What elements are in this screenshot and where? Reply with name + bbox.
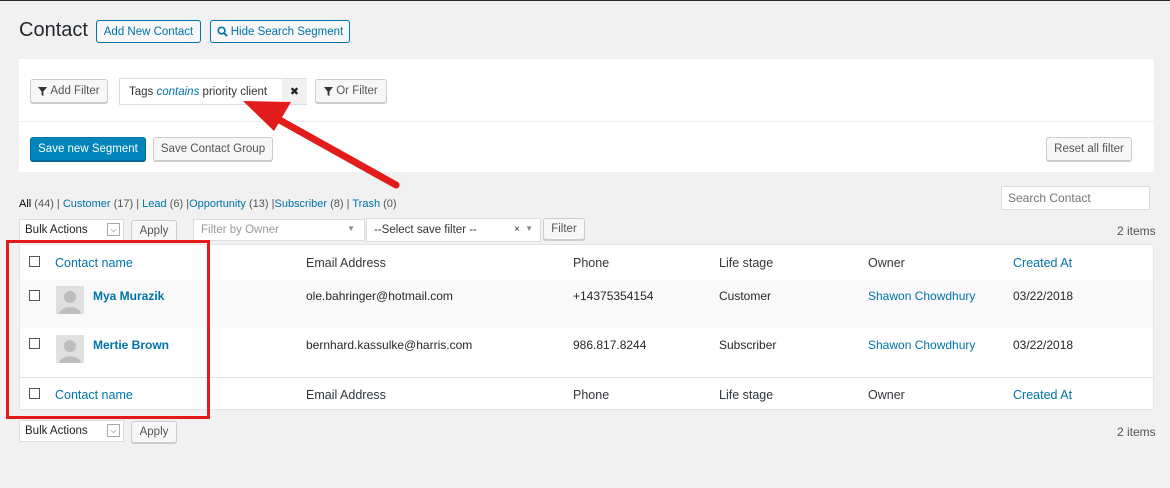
save-contact-group-label: Save Contact Group bbox=[160, 143, 266, 155]
column-life-stage: Life stage bbox=[719, 256, 774, 270]
items-count-top: 2 items bbox=[1117, 224, 1156, 238]
column-phone: Phone bbox=[573, 256, 610, 270]
view-all[interactable]: All bbox=[19, 198, 31, 210]
apply-label-bottom: Apply bbox=[139, 426, 169, 438]
bulk-actions-label: Bulk Actions bbox=[25, 224, 88, 236]
view-customer-count: (17) bbox=[113, 198, 134, 210]
column-email-footer: Email Address bbox=[306, 388, 386, 402]
chevron-down-icon: ⌵ bbox=[107, 424, 120, 437]
panel-divider bbox=[19, 121, 1154, 122]
view-customer[interactable]: Customer bbox=[63, 198, 111, 210]
filter-operator: contains bbox=[156, 85, 200, 98]
owner-link[interactable]: Shawon Chowdhury bbox=[868, 338, 975, 352]
view-lead-count: (6) bbox=[169, 198, 184, 210]
search-contact-input[interactable] bbox=[1001, 186, 1150, 210]
column-created-at[interactable]: Created At bbox=[1013, 256, 1072, 270]
highlight-box-annotation bbox=[6, 240, 210, 419]
life-stage-cell: Subscriber bbox=[719, 338, 777, 352]
add-filter-button[interactable]: Add Filter bbox=[30, 79, 108, 103]
filter-condition-chip[interactable]: Tags contains priority client bbox=[119, 78, 307, 105]
view-opportunity[interactable]: Opportunity bbox=[189, 198, 246, 210]
view-subscriber[interactable]: Subscriber bbox=[274, 198, 327, 210]
owner-filter-placeholder: Filter by Owner bbox=[201, 224, 279, 236]
filter-button-label: Filter bbox=[551, 223, 577, 235]
view-trash-count: (0) bbox=[383, 198, 397, 210]
column-owner: Owner bbox=[868, 256, 905, 270]
column-created-at-footer[interactable]: Created At bbox=[1013, 388, 1072, 402]
save-new-segment-button[interactable]: Save new Segment bbox=[30, 137, 146, 161]
life-stage-cell: Customer bbox=[719, 289, 772, 303]
or-filter-label: Or Filter bbox=[336, 85, 378, 97]
save-filter-select[interactable]: --Select save filter -- × ▼ bbox=[366, 218, 541, 242]
dropdown-arrow-icon: ▼ bbox=[525, 224, 533, 233]
page-title: Contact bbox=[19, 19, 88, 41]
or-filter-button[interactable]: Or Filter bbox=[315, 79, 387, 103]
remove-icon: ✖ bbox=[289, 86, 300, 98]
filter-button[interactable]: Filter bbox=[543, 218, 585, 240]
admin-bar-edge bbox=[0, 0, 1170, 1]
bulk-actions-label-bottom: Bulk Actions bbox=[25, 425, 88, 437]
apply-button-bottom[interactable]: Apply bbox=[131, 421, 177, 443]
filter-field: Tags bbox=[129, 85, 154, 98]
dropdown-arrow-icon: ▼ bbox=[347, 224, 355, 233]
save-contact-group-button[interactable]: Save Contact Group bbox=[153, 137, 273, 161]
add-filter-label: Add Filter bbox=[50, 85, 100, 97]
hide-search-segment-button[interactable]: Hide Search Segment bbox=[210, 20, 350, 43]
save-filter-label: --Select save filter -- bbox=[374, 224, 477, 236]
view-all-count: (44) bbox=[34, 198, 54, 210]
column-owner-footer: Owner bbox=[868, 388, 905, 402]
view-subscriber-count: (8) bbox=[330, 198, 344, 210]
remove-filter-button[interactable]: ✖ bbox=[282, 79, 307, 104]
column-email: Email Address bbox=[306, 256, 386, 270]
view-lead[interactable]: Lead bbox=[142, 198, 166, 210]
owner-link[interactable]: Shawon Chowdhury bbox=[868, 289, 975, 303]
email-cell: bernhard.kassulke@harris.com bbox=[306, 338, 473, 352]
filter-icon bbox=[324, 86, 334, 96]
owner-filter-select[interactable]: Filter by Owner ▼ bbox=[193, 219, 365, 241]
email-cell: ole.bahringer@hotmail.com bbox=[306, 289, 453, 303]
column-life-stage-footer: Life stage bbox=[719, 388, 774, 402]
view-trash[interactable]: Trash bbox=[352, 198, 380, 210]
created-at-cell: 03/22/2018 bbox=[1013, 338, 1074, 352]
phone-cell: +14375354154 bbox=[573, 289, 654, 303]
view-links: All (44) | Customer (17) | Lead (6) |Opp… bbox=[19, 198, 397, 210]
phone-cell: 986.817.8244 bbox=[573, 338, 647, 352]
clear-icon[interactable]: × bbox=[514, 224, 520, 235]
view-opportunity-count: (13) bbox=[249, 198, 269, 210]
bulk-actions-select-bottom[interactable]: Bulk Actions ⌵ bbox=[19, 420, 124, 442]
created-at-cell: 03/22/2018 bbox=[1013, 289, 1074, 303]
chevron-down-icon: ⌵ bbox=[107, 223, 120, 236]
reset-all-filter-label: Reset all filter bbox=[1054, 143, 1124, 155]
apply-button[interactable]: Apply bbox=[131, 220, 177, 242]
items-count-bottom: 2 items bbox=[1117, 425, 1156, 439]
hide-search-segment-label: Hide Search Segment bbox=[230, 25, 344, 38]
apply-label: Apply bbox=[139, 225, 169, 237]
save-new-segment-label: Save new Segment bbox=[38, 143, 138, 155]
reset-all-filter-button[interactable]: Reset all filter bbox=[1046, 137, 1132, 161]
column-phone-footer: Phone bbox=[573, 388, 610, 402]
filter-value: priority client bbox=[202, 85, 268, 98]
filter-icon bbox=[38, 86, 48, 96]
add-new-contact-button[interactable]: Add New Contact bbox=[96, 20, 201, 43]
search-icon bbox=[217, 26, 228, 37]
add-new-contact-label: Add New Contact bbox=[103, 25, 194, 38]
bulk-actions-select[interactable]: Bulk Actions ⌵ bbox=[19, 219, 124, 241]
